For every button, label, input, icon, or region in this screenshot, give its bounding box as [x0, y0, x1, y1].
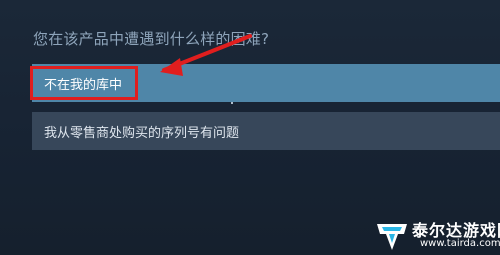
cursor-dot — [231, 102, 233, 104]
arrow-head-icon — [160, 58, 183, 76]
watermark: 泰尔达游戏网 www.tairda.com — [370, 214, 500, 255]
watermark-url: www.tairda.com — [420, 238, 500, 249]
tairda-logo-icon — [377, 224, 407, 250]
